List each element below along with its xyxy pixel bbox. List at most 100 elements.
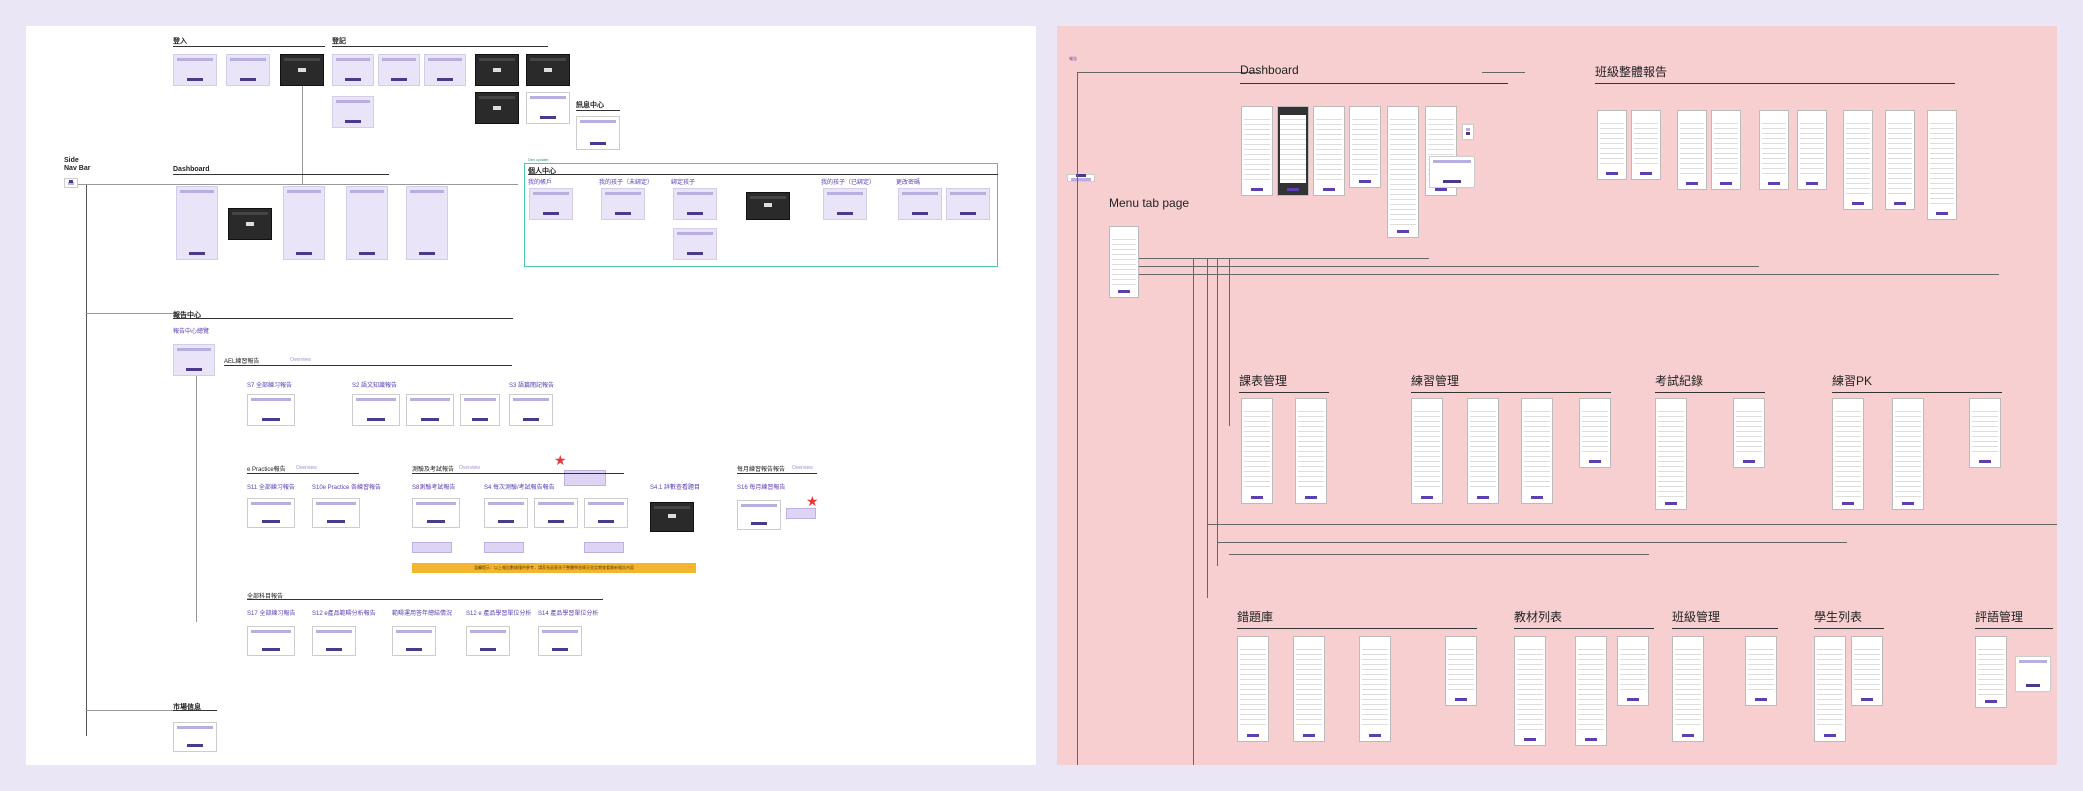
- aei-item-s3[interactable]: S3 語篇閱記報告: [509, 380, 554, 389]
- class-mgmt-detail-screen[interactable]: [1745, 636, 1777, 706]
- monthly-item-s16[interactable]: S16 每月練習報告: [737, 482, 785, 491]
- practice-screen[interactable]: [1467, 398, 1499, 504]
- login-dialog-thumbnail[interactable]: [280, 54, 324, 86]
- register-screen-thumbnail[interactable]: [332, 54, 374, 86]
- aei-item-s7[interactable]: S7 全部練习報告: [247, 380, 292, 389]
- material-list-screen[interactable]: [1514, 636, 1546, 746]
- dashboard-dark-screen[interactable]: [1277, 106, 1309, 196]
- timetable-screen[interactable]: [1295, 398, 1327, 504]
- dashboard-chip[interactable]: [1462, 124, 1474, 140]
- class-report-screen[interactable]: [1797, 110, 1827, 190]
- exam-item-s8[interactable]: S8測驗考試報告: [412, 482, 455, 491]
- menu-tab-screen[interactable]: [1109, 226, 1139, 298]
- comment-mgmt-screen[interactable]: [1975, 636, 2007, 708]
- error-bank-detail-screen[interactable]: [1445, 636, 1477, 706]
- practice-item-s10e[interactable]: S10e Practice 各練習報告: [312, 482, 381, 491]
- login-screen-thumbnail[interactable]: [226, 54, 270, 86]
- personal-center-item-account[interactable]: 我的帳戶: [528, 177, 552, 186]
- login-screen-thumbnail[interactable]: [173, 54, 217, 86]
- practice-screen[interactable]: [1521, 398, 1553, 504]
- material-detail-screen[interactable]: [1617, 636, 1649, 706]
- class-report-screen[interactable]: [1927, 110, 1957, 220]
- change-password-thumbnail[interactable]: [898, 188, 942, 220]
- dashboard-screen[interactable]: [1313, 106, 1345, 196]
- exam-item-s4[interactable]: S4 每次測驗/考試報告報告: [484, 482, 555, 491]
- entry-thumbnail[interactable]: [1067, 174, 1095, 182]
- class-report-screen[interactable]: [1631, 110, 1661, 180]
- practice-detail-screen[interactable]: [1579, 398, 1611, 468]
- practice-report-thumbnail[interactable]: [247, 498, 295, 528]
- class-report-screen[interactable]: [1677, 110, 1707, 190]
- personal-center-item-change-password[interactable]: 更改密碼: [896, 177, 920, 186]
- register-success-thumbnail[interactable]: [526, 92, 570, 124]
- subject-report-thumbnail[interactable]: [247, 626, 295, 656]
- subject-item-s14[interactable]: S14 產品學習單位分析: [538, 608, 598, 617]
- subject-item-s12-unit[interactable]: S12 e 產品學習單位分析: [466, 608, 531, 617]
- exam-report-thumbnail[interactable]: [584, 498, 628, 528]
- dashboard-long-screen[interactable]: [1387, 106, 1419, 238]
- error-bank-screen[interactable]: [1359, 636, 1391, 742]
- material-list-screen[interactable]: [1575, 636, 1607, 746]
- timetable-screen[interactable]: [1241, 398, 1273, 504]
- market-info-thumbnail[interactable]: [173, 722, 217, 752]
- practice-screen[interactable]: [1411, 398, 1443, 504]
- class-report-screen[interactable]: [1885, 110, 1915, 210]
- register-screen-thumbnail[interactable]: [378, 54, 420, 86]
- message-center-thumbnail[interactable]: [576, 116, 620, 150]
- monthly-report-thumbnail[interactable]: [737, 500, 781, 530]
- dashboard-screen-thumbnail[interactable]: [176, 186, 218, 260]
- class-mgmt-screen[interactable]: [1672, 636, 1704, 742]
- report-center-overview-thumbnail[interactable]: [173, 344, 215, 376]
- register-dialog-thumbnail[interactable]: [475, 54, 519, 86]
- bind-child-thumbnail[interactable]: [673, 188, 717, 220]
- side-nav-thumbnail[interactable]: [64, 178, 78, 188]
- subject-report-thumbnail[interactable]: [392, 626, 436, 656]
- subject-report-thumbnail[interactable]: [466, 626, 510, 656]
- child-bound-thumbnail[interactable]: [823, 188, 867, 220]
- register-dialog-thumbnail[interactable]: [475, 92, 519, 124]
- change-password-thumbnail[interactable]: [946, 188, 990, 220]
- exam-report-thumbnail[interactable]: [534, 498, 578, 528]
- practice-report-thumbnail[interactable]: [312, 498, 360, 528]
- personal-center-item-child-unbound[interactable]: 我的孩子（未綁定）: [599, 177, 653, 186]
- dashboard-popup[interactable]: [1429, 156, 1475, 188]
- dashboard-screen[interactable]: [1241, 106, 1273, 196]
- practice-item-s11[interactable]: S11 全部練习報告: [247, 482, 295, 491]
- register-screen-thumbnail[interactable]: [424, 54, 466, 86]
- dashboard-screen-thumbnail[interactable]: [406, 186, 448, 260]
- class-report-screen[interactable]: [1711, 110, 1741, 190]
- dashboard-screen[interactable]: [1349, 106, 1381, 188]
- exam-report-thumbnail[interactable]: [484, 498, 528, 528]
- exam-item-s41[interactable]: S4.1 詳數查看題目: [650, 482, 700, 491]
- personal-center-item-child-bound[interactable]: 我的孩子（已綁定）: [821, 177, 875, 186]
- personal-center-item-bind-child[interactable]: 綁定孩子: [671, 177, 695, 186]
- exam-report-thumbnail[interactable]: [412, 498, 460, 528]
- subject-item-s12[interactable]: S12 e產品範疇分析報告: [312, 608, 376, 617]
- aei-report-thumbnail[interactable]: [406, 394, 454, 426]
- aei-report-thumbnail[interactable]: [352, 394, 400, 426]
- class-report-screen[interactable]: [1843, 110, 1873, 210]
- aei-report-thumbnail[interactable]: [509, 394, 553, 426]
- register-dialog-thumbnail[interactable]: [526, 54, 570, 86]
- subject-report-thumbnail[interactable]: [538, 626, 582, 656]
- student-list-screen[interactable]: [1814, 636, 1846, 742]
- register-screen-thumbnail[interactable]: [332, 96, 374, 128]
- comment-popup[interactable]: [2015, 656, 2051, 692]
- bind-child-dialog-thumbnail[interactable]: [746, 192, 790, 220]
- practice-pk-detail-screen[interactable]: [1969, 398, 2001, 468]
- child-unbound-thumbnail[interactable]: [601, 188, 645, 220]
- subject-report-thumbnail[interactable]: [312, 626, 356, 656]
- aei-item-s2[interactable]: S2 語文知識報告: [352, 380, 397, 389]
- class-report-screen[interactable]: [1759, 110, 1789, 190]
- dashboard-screen-thumbnail[interactable]: [283, 186, 325, 260]
- subject-item-s17[interactable]: S17 全部練习報告: [247, 608, 295, 617]
- exam-question-detail-thumbnail[interactable]: [650, 502, 694, 532]
- exam-record-screen[interactable]: [1655, 398, 1687, 510]
- dashboard-screen-thumbnail[interactable]: [346, 186, 388, 260]
- bind-child-thumbnail[interactable]: [673, 228, 717, 260]
- error-bank-screen[interactable]: [1293, 636, 1325, 742]
- practice-pk-screen[interactable]: [1832, 398, 1864, 510]
- aei-report-thumbnail[interactable]: [247, 394, 295, 426]
- exam-record-detail-screen[interactable]: [1733, 398, 1765, 468]
- error-bank-screen[interactable]: [1237, 636, 1269, 742]
